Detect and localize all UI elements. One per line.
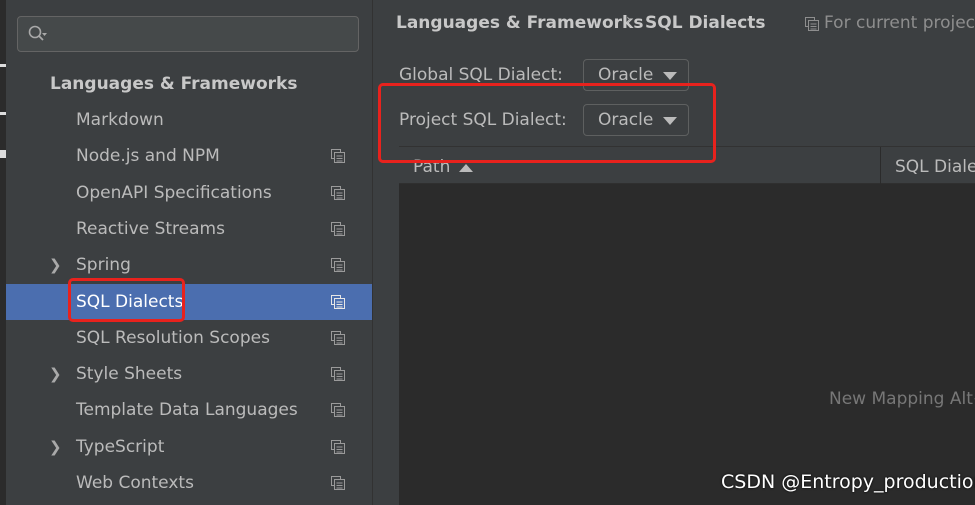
- column-separator[interactable]: [880, 147, 881, 185]
- breadcrumb-current: SQL Dialects: [645, 13, 766, 33]
- project-scope-icon: [331, 185, 345, 200]
- dropdown-arrow-icon: [663, 72, 677, 80]
- global-dialect-label: Global SQL Dialect:: [399, 65, 563, 85]
- project-scope-icon: [331, 476, 345, 490]
- search-icon: [28, 25, 47, 41]
- sidebar-item-label: Style Sheets: [76, 364, 183, 385]
- sidebar-item-markdown[interactable]: Markdown: [6, 102, 372, 138]
- scope-note: For current project: [824, 13, 975, 33]
- sidebar-item-label: OpenAPI Specifications: [76, 182, 272, 203]
- search-input[interactable]: [17, 16, 359, 52]
- settings-content: Languages & Frameworks › SQL Dialects Fo…: [373, 0, 975, 505]
- sidebar-item-label: Template Data Languages: [76, 400, 298, 421]
- sidebar-item-label: Reactive Streams: [76, 218, 225, 239]
- breadcrumb-parent[interactable]: Languages & Frameworks: [396, 13, 643, 33]
- table-empty-text[interactable]: New Mapping Alt+Insert: [829, 389, 975, 409]
- column-header-dialect[interactable]: SQL Dialect: [895, 157, 975, 177]
- project-scope-icon: [331, 403, 345, 418]
- sidebar-item-typescript[interactable]: ❯ TypeScript: [6, 429, 372, 465]
- sidebar-item-node-js-and-npm[interactable]: Node.js and NPM: [6, 138, 372, 174]
- chevron-right-icon[interactable]: ❯: [49, 247, 62, 283]
- annotation-highlight: [68, 277, 185, 322]
- sidebar-item-label: Node.js and NPM: [76, 146, 220, 167]
- sidebar-item-template-data-languages[interactable]: Template Data Languages: [6, 392, 372, 428]
- global-dialect-value: Oracle: [598, 65, 654, 85]
- sidebar-item-label: Web Contexts: [76, 473, 194, 493]
- sidebar-item-sql-dialects[interactable]: SQL Dialects: [6, 277, 372, 322]
- breadcrumb-separator: ›: [626, 12, 632, 28]
- project-scope-icon: [331, 149, 345, 164]
- sidebar-item-spring[interactable]: ❯ Spring: [6, 247, 372, 283]
- chevron-right-icon[interactable]: ❯: [49, 429, 62, 465]
- dialect-mapping-table[interactable]: Path SQL Dialect New Mapping Alt+Insert: [399, 146, 975, 505]
- sidebar-item-sql-resolution-scopes[interactable]: SQL Resolution Scopes: [6, 320, 372, 356]
- project-scope-icon: [331, 258, 345, 273]
- annotation-highlight: [378, 83, 716, 163]
- sidebar-item-web-contexts[interactable]: Web Contexts: [6, 465, 372, 501]
- sort-ascending-icon: [459, 164, 473, 172]
- section-title: Languages & Frameworks: [50, 74, 298, 94]
- watermark: CSDN @Entropy_production: [721, 471, 975, 493]
- chevron-right-icon[interactable]: ❯: [49, 356, 62, 392]
- sidebar-item-label: TypeScript: [76, 436, 165, 457]
- sidebar-item-openapi-specifications[interactable]: OpenAPI Specifications: [6, 175, 372, 211]
- project-scope-icon: [805, 17, 819, 31]
- project-scope-icon: [331, 330, 345, 345]
- sidebar-item-label: SQL Resolution Scopes: [76, 327, 270, 348]
- project-scope-icon: [331, 294, 345, 309]
- project-scope-icon: [331, 367, 345, 382]
- project-scope-icon: [331, 221, 345, 236]
- sidebar-item-label: Markdown: [76, 110, 164, 130]
- sidebar-item-style-sheets[interactable]: ❯ Style Sheets: [6, 356, 372, 392]
- sidebar-item-reactive-streams[interactable]: Reactive Streams: [6, 211, 372, 247]
- settings-sidebar: Languages & Frameworks Markdown Node.js a…: [6, 0, 372, 505]
- project-scope-icon: [331, 439, 345, 454]
